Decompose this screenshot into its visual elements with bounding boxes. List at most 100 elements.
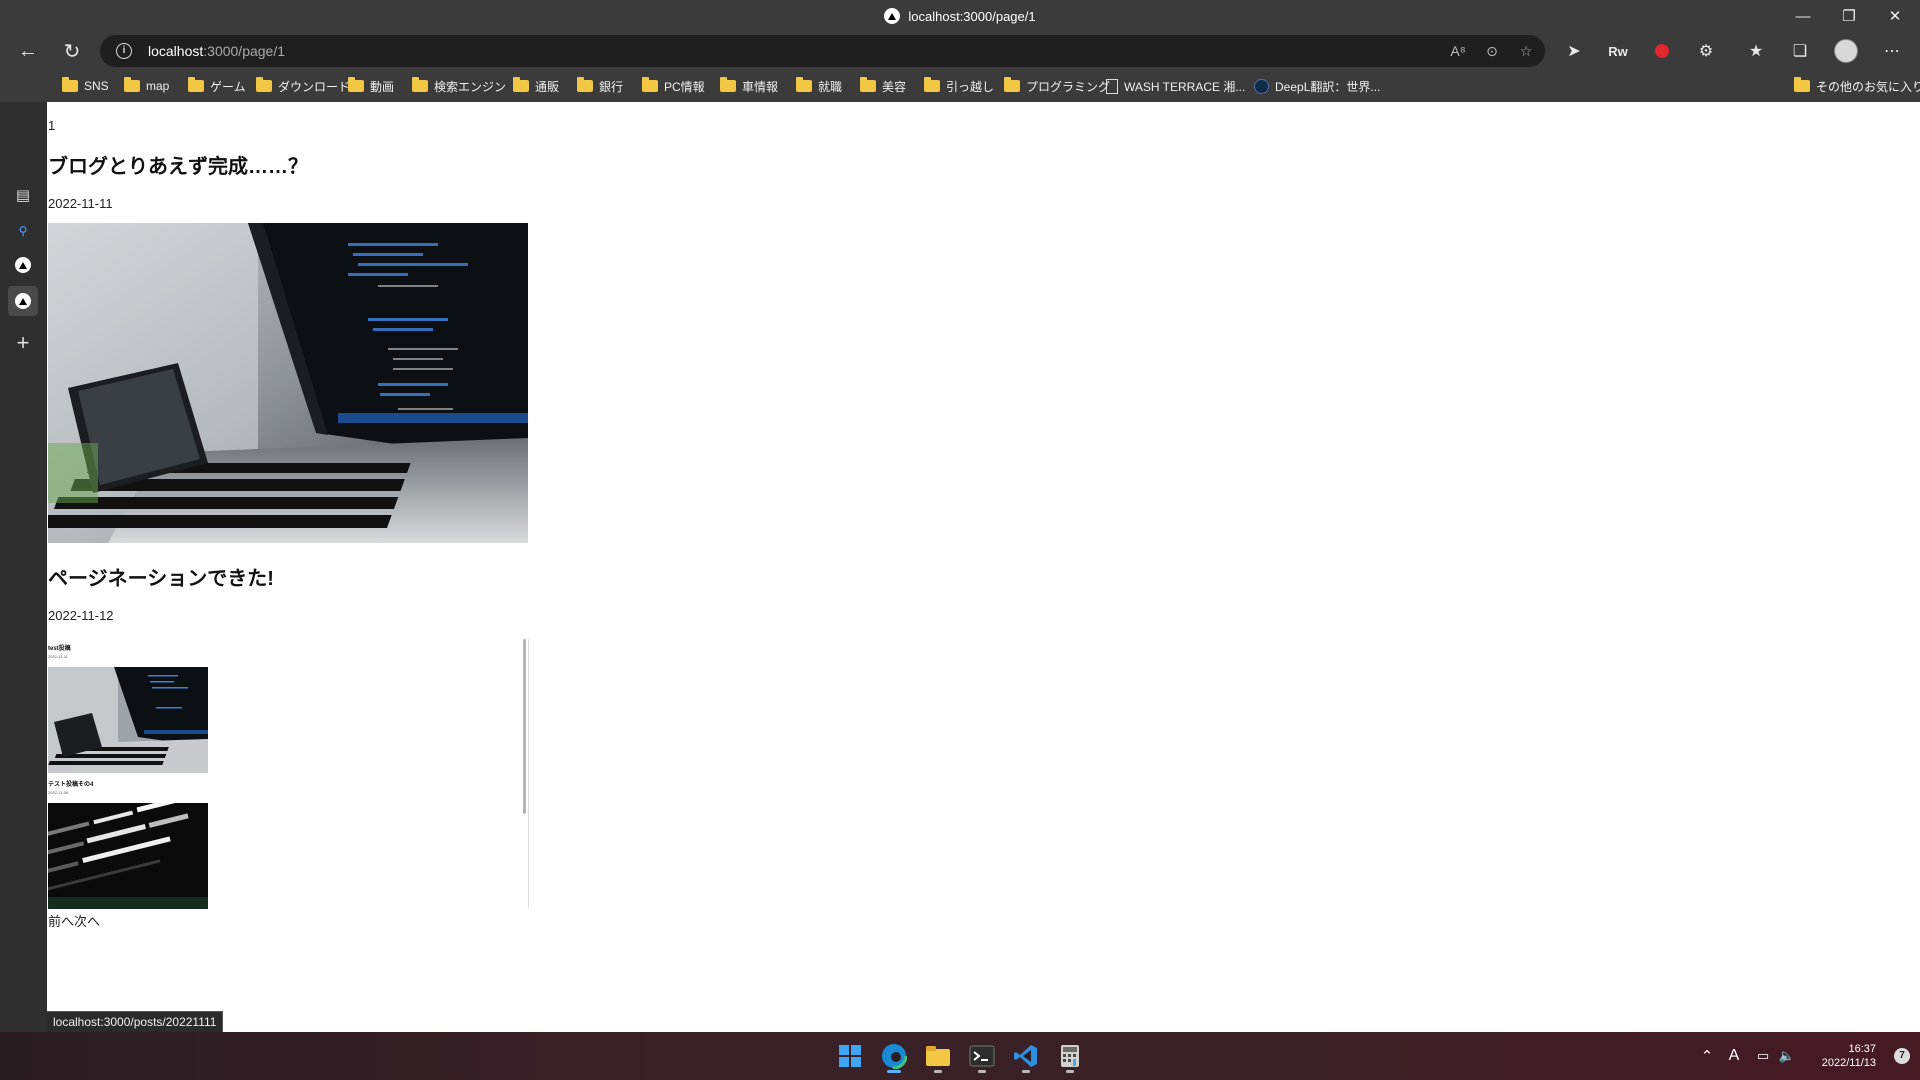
add-icon[interactable]: + [8,328,38,358]
favorites-icon[interactable]: ★ [1742,39,1770,63]
page-number: 1 [48,118,56,133]
title-bar: localhost:3000/page/1 — ❐ ✕ [0,0,1920,32]
extensions-icon[interactable]: ⚙ [1692,39,1720,63]
taskbar: ⌃ A ▭ 🔈 16:37 2022/11/13 7 [0,1032,1920,1080]
bookmark-download[interactable]: ダウンロード [256,70,350,102]
bookmark-label: 検索エンジン [434,79,507,94]
bookmark-label: ダウンロード [278,79,351,94]
collections-icon[interactable]: ❏ [1786,39,1814,63]
bookmark-other-favorites[interactable]: その他のお気に入り [1794,70,1920,102]
folder-icon [256,77,272,92]
bookmark-shopping[interactable]: 通販 [513,70,559,102]
notification-badge[interactable]: 7 [1894,1048,1910,1064]
folder-icon [720,77,736,92]
folder-icon [642,77,658,92]
refresh-icon[interactable]: ↻ [56,36,88,66]
folder-icon [577,77,593,92]
nextjs-logo-icon[interactable] [8,250,38,280]
tabs-icon[interactable]: ▤ [8,180,38,210]
bookmark-label: ゲーム [210,79,246,94]
terminal-icon[interactable] [962,1038,1002,1074]
embedded-post-date: 2022-11-11 [48,654,68,659]
bookmark-job[interactable]: 就職 [796,70,842,102]
bookmark-label: 引っ越し [946,79,995,94]
url-path: :3000/page/1 [203,43,286,59]
bookmark-sns[interactable]: SNS [62,70,109,102]
embedded-scrollbar[interactable] [523,639,526,814]
code-closeup-photo [48,803,208,909]
rw-extension-icon[interactable]: Rw [1604,39,1632,63]
bookmark-programming[interactable]: プログラミング [1004,70,1110,102]
folder-icon [412,77,428,92]
bookmark-label: SNS [84,79,109,93]
search-icon[interactable]: ⚲ [8,216,38,246]
read-aloud-icon[interactable]: A⁸ [1446,41,1470,61]
page-content: 1 ブログとりあえず完成……？ 2022-11-11 ページネーションできた! … [47,102,1920,1032]
volume-icon[interactable]: 🔈 [1776,1032,1798,1080]
folder-icon [62,77,78,92]
url-host: localhost [148,43,204,59]
chevron-up-icon[interactable]: ⌃ [1696,1032,1718,1080]
close-icon[interactable]: ✕ [1872,0,1918,32]
nextjs-logo-icon[interactable] [8,286,38,316]
bookmark-label: DeepL翻訳：世界... [1275,79,1381,94]
edge-browser-icon[interactable] [874,1038,914,1074]
post-thumbnail-laptop[interactable] [48,223,528,543]
embedded-post-title[interactable]: test投稿 [48,643,71,652]
page-icon [1106,78,1118,94]
network-icon[interactable]: ▭ [1752,1032,1774,1080]
bookmark-game[interactable]: ゲーム [188,70,246,102]
back-icon[interactable]: ← [12,36,44,66]
embedded-thumbnail-laptop[interactable] [48,667,208,773]
more-icon[interactable]: ⋯ [1878,39,1906,63]
bookmark-bank[interactable]: 銀行 [577,70,623,102]
minimize-icon[interactable]: — [1780,0,1826,32]
info-icon[interactable]: i [116,43,132,59]
browser-sidebar: ▤ ⚲ + [0,102,47,1032]
bookmark-video[interactable]: 動画 [348,70,394,102]
nextjs-favicon-icon [884,8,901,24]
bookmark-moving[interactable]: 引っ越し [924,70,994,102]
red-extension-icon[interactable] [1648,39,1676,63]
ime-icon[interactable]: A [1722,1032,1746,1080]
address-url[interactable]: localhost:3000/page/1 [148,35,285,67]
folder-icon [124,77,140,92]
post-title[interactable]: ブログとりあえず完成……？ [48,150,308,179]
clock[interactable]: 16:37 2022/11/13 [1822,1042,1876,1070]
clock-date: 2022/11/13 [1821,1057,1876,1069]
laptop-code-photo [48,667,208,773]
post-title[interactable]: ページネーションできた! [48,562,274,591]
restore-icon[interactable]: ❐ [1826,0,1872,32]
favorites-bar: SNS map ゲーム ダウンロード 動画 検索エンジン 通販 銀行 PC情報 … [0,70,1920,103]
bookmark-search-engine[interactable]: 検索エンジン [412,70,506,102]
pagination[interactable]: 前へ次へ [48,911,100,930]
bookmark-label: 動画 [370,79,395,94]
bookmark-pc-info[interactable]: PC情報 [642,70,705,102]
folder-icon [1794,77,1810,92]
zoom-out-icon[interactable]: ⊙ [1480,41,1504,61]
folder-icon [188,77,204,92]
extension-icon[interactable]: ➤ [1560,39,1588,63]
file-explorer-icon[interactable] [918,1038,958,1074]
vscode-icon[interactable] [1006,1038,1046,1074]
embedded-post-title[interactable]: テスト投稿その4 [48,779,93,788]
address-bar[interactable]: i localhost:3000/page/1 A⁸ ⊙ ☆ [100,35,1545,67]
bookmark-label: プログラミング [1026,79,1111,94]
embedded-thumbnail-code[interactable] [48,803,208,909]
bookmark-car-info[interactable]: 車情報 [720,70,778,102]
windows-start-icon[interactable] [830,1038,870,1074]
deepl-icon [1254,78,1269,94]
bookmark-beauty[interactable]: 美容 [860,70,906,102]
calculator-icon[interactable] [1050,1038,1090,1074]
bookmark-wash-terrace[interactable]: WASH TERRACE 湘... [1106,70,1245,102]
folder-icon [924,77,940,92]
add-favorite-icon[interactable]: ☆ [1514,41,1538,61]
profile-avatar[interactable] [1832,39,1860,63]
bookmark-map[interactable]: map [124,70,169,102]
embedded-post-preview[interactable]: test投稿 2022-11-11 テスト投稿その4 2022-11-06 [48,639,529,909]
bookmark-label: WASH TERRACE 湘... [1124,79,1246,94]
bookmark-deepl[interactable]: DeepL翻訳：世界... [1254,70,1380,102]
bookmark-label: PC情報 [664,79,705,94]
post-date: 2022-11-11 [48,196,113,211]
link-status-bar: localhost:3000/posts/20221111 [47,1011,224,1033]
